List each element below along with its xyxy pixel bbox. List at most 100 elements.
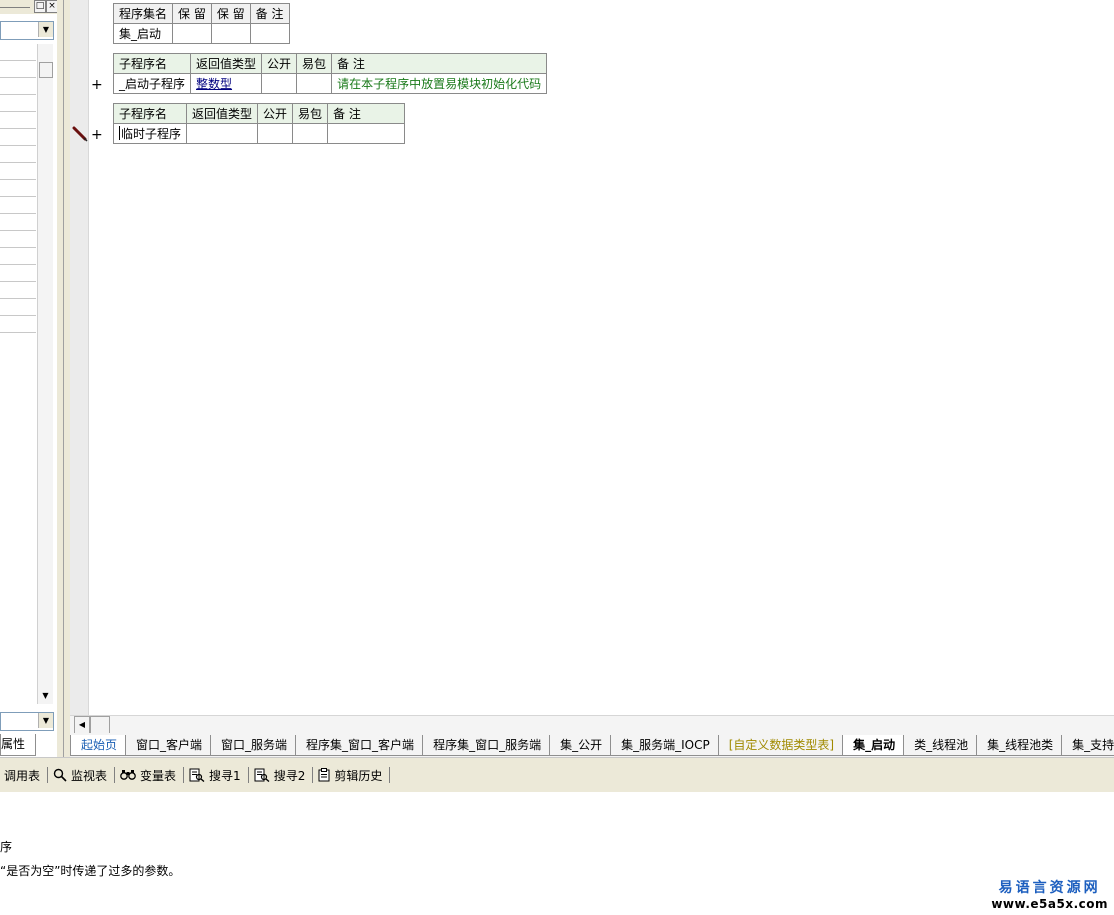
- property-grid[interactable]: [0, 44, 36, 704]
- subroutine-table[interactable]: 子程序名 返回值类型 公开 易包 备 注 临时子程序: [112, 103, 406, 144]
- header-cell: 子程序名: [112, 103, 188, 124]
- remark-cell[interactable]: 请在本子程序中放置易模块初始化代码: [331, 73, 548, 94]
- header-cell: 易包: [292, 103, 329, 124]
- binoculars-icon: [120, 770, 136, 780]
- header-cell: 返回值类型: [190, 53, 263, 74]
- scroll-down-icon[interactable]: ▼: [38, 690, 53, 702]
- reserved-cell[interactable]: [172, 23, 212, 44]
- output-panel[interactable]: 序 “是否为空”时传递了过多的参数。: [0, 792, 1114, 915]
- property-scrollbar[interactable]: ▼: [37, 44, 53, 704]
- clipboard-icon: [318, 768, 330, 782]
- expand-icon[interactable]: +: [91, 128, 103, 142]
- public-cell[interactable]: [257, 123, 294, 144]
- property-row[interactable]: [0, 60, 36, 61]
- tab-window-server[interactable]: 窗口_服务端: [210, 735, 296, 756]
- clip-history-button[interactable]: 剪辑历史: [314, 765, 388, 785]
- search2-label: 搜寻2: [273, 768, 306, 783]
- subroutine-table[interactable]: 子程序名 返回值类型 公开 易包 备 注 _启动子程序 整数型 请在本子程序中放…: [112, 53, 548, 94]
- toolbar-divider: [183, 767, 185, 783]
- horizontal-scrollbar[interactable]: ◀: [70, 715, 1114, 734]
- property-row[interactable]: [0, 94, 36, 95]
- search2-button[interactable]: 搜寻2: [250, 765, 312, 785]
- property-row[interactable]: [0, 230, 36, 231]
- tab-set-threadpool-class[interactable]: 集_线程池类: [976, 735, 1062, 756]
- find-document-icon: [189, 768, 205, 782]
- call-table-button[interactable]: 调用表: [0, 765, 46, 785]
- toolbar-divider: [114, 767, 116, 783]
- header-cell: 公开: [261, 53, 298, 74]
- scroll-thumb[interactable]: [90, 716, 110, 734]
- toolbar-divider: [389, 767, 391, 783]
- remark-cell[interactable]: [249, 23, 290, 44]
- toolbar-divider: [47, 767, 49, 783]
- tab-custom-datatype-table[interactable]: [自定义数据类型表]: [717, 735, 843, 756]
- search1-label: 搜寻1: [209, 768, 241, 783]
- tab-set-server-iocp[interactable]: 集_服务端_IOCP: [610, 735, 718, 756]
- property-row[interactable]: [0, 247, 36, 248]
- watermark-url: www.e5a5x.com: [991, 897, 1108, 911]
- restore-icon[interactable]: □: [34, 0, 46, 13]
- tab-window-client[interactable]: 窗口_客户端: [125, 735, 211, 756]
- property-row[interactable]: [0, 332, 36, 333]
- header-cell: 返回值类型: [186, 103, 259, 124]
- header-cell: 备 注: [327, 103, 406, 124]
- property-row[interactable]: [0, 196, 36, 197]
- tab-set-public[interactable]: 集_公开: [549, 735, 611, 756]
- output-line: “是否为空”时传递了过多的参数。: [0, 864, 181, 878]
- reserved-cell[interactable]: [210, 23, 251, 44]
- epackage-cell[interactable]: [296, 73, 333, 94]
- scroll-left-icon[interactable]: ◀: [74, 716, 90, 734]
- chevron-down-icon[interactable]: ▼: [38, 713, 53, 728]
- property-row[interactable]: [0, 179, 36, 180]
- subroutine-name-cell[interactable]: 临时子程序: [112, 123, 188, 144]
- scroll-thumb[interactable]: [39, 62, 53, 78]
- find-document-icon: [254, 768, 270, 782]
- property-panel: □ × ▼ ▼ ▼ 属性: [0, 0, 58, 757]
- property-row[interactable]: [0, 77, 36, 78]
- property-row[interactable]: [0, 111, 36, 112]
- property-row[interactable]: [0, 128, 36, 129]
- component-selector[interactable]: ▼: [0, 21, 54, 40]
- property-row[interactable]: [0, 315, 36, 316]
- property-bottom-selector[interactable]: ▼: [0, 712, 54, 731]
- tab-set-startup[interactable]: 集_启动: [842, 735, 904, 756]
- program-set-name-cell[interactable]: 集_启动: [112, 23, 174, 44]
- property-row[interactable]: [0, 162, 36, 163]
- program-set-table[interactable]: 程序集名 保 留 保 留 备 注 集_启动: [112, 3, 290, 44]
- watermark-title: 易语言资源网: [998, 880, 1101, 896]
- header-cell: 易包: [296, 53, 333, 74]
- bottom-toolbar: 调用表 监视表 变量表 搜寻1 搜寻2 剪辑历史: [0, 757, 1114, 793]
- property-row[interactable]: [0, 298, 36, 299]
- site-watermark: 易语言资源网 www.e5a5x.com: [991, 877, 1108, 911]
- search1-button[interactable]: 搜寻1: [185, 765, 247, 785]
- toolbar-divider: [247, 767, 249, 783]
- subroutine-name-cell[interactable]: _启动子程序: [112, 73, 192, 94]
- editor-gutter: [70, 0, 89, 715]
- expand-icon[interactable]: +: [91, 78, 103, 92]
- search-icon: [53, 768, 67, 782]
- public-cell[interactable]: [261, 73, 298, 94]
- chevron-down-icon[interactable]: ▼: [38, 22, 53, 37]
- tab-properties[interactable]: 属性: [0, 734, 36, 756]
- property-row[interactable]: [0, 145, 36, 146]
- tab-set-support[interactable]: 集_支持: [1061, 735, 1114, 756]
- return-type-cell[interactable]: 整数型: [190, 73, 263, 94]
- tab-program-set-window-client[interactable]: 程序集_窗口_客户端: [295, 735, 423, 756]
- variable-table-button[interactable]: 变量表: [116, 765, 182, 785]
- property-row[interactable]: [0, 281, 36, 282]
- tab-program-set-window-server[interactable]: 程序集_窗口_服务端: [422, 735, 550, 756]
- pencil-icon: [72, 126, 88, 142]
- header-cell: 保 留: [210, 3, 251, 24]
- epackage-cell[interactable]: [292, 123, 329, 144]
- clip-history-label: 剪辑历史: [334, 768, 383, 783]
- remark-cell[interactable]: [327, 123, 406, 144]
- panel-splitter[interactable]: [57, 0, 70, 757]
- property-row[interactable]: [0, 264, 36, 265]
- watch-table-button[interactable]: 监视表: [49, 765, 113, 785]
- tab-class-threadpool[interactable]: 类_线程池: [903, 735, 977, 756]
- return-type-cell[interactable]: [186, 123, 259, 144]
- panel-titlebar: □ ×: [0, 0, 58, 14]
- tab-start-page[interactable]: 起始页: [70, 735, 126, 756]
- code-editor[interactable]: 程序集名 保 留 保 留 备 注 集_启动 + 子程序名 返回值类型 公开 易包…: [70, 0, 1114, 733]
- property-row[interactable]: [0, 213, 36, 214]
